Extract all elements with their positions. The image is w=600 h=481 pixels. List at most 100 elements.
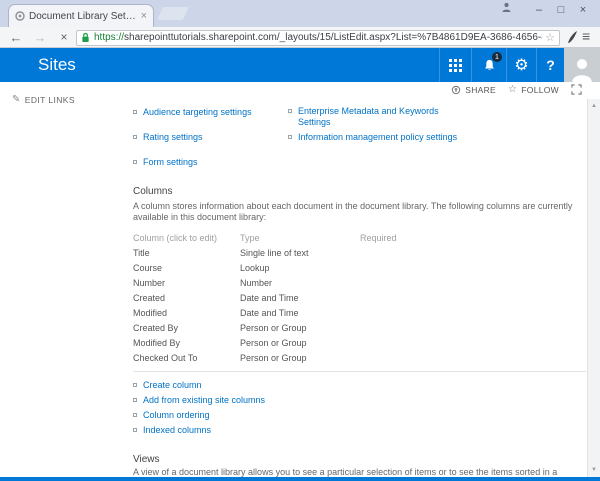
minimize-button[interactable]: –: [528, 3, 550, 17]
user-avatar[interactable]: [564, 48, 600, 82]
table-row-type: Lookup: [240, 263, 360, 278]
square-bullet-icon: [133, 383, 137, 387]
forward-icon[interactable]: →: [31, 29, 49, 46]
table-row-required: [360, 248, 586, 263]
browser-toolbar: ← → × https://sharepointtutorials.sharep…: [0, 27, 600, 48]
form-settings-link[interactable]: Form settings: [143, 157, 198, 168]
address-bar[interactable]: https://sharepointtutorials.sharepoint.c…: [76, 30, 560, 46]
table-row-required: [360, 263, 586, 278]
edit-links-label: EDIT LINKS: [25, 95, 75, 105]
list-item[interactable]: Create column: [133, 380, 353, 391]
square-bullet-icon: [133, 135, 137, 139]
browser-menu-icon[interactable]: ≡: [582, 28, 590, 44]
table-row-required: [360, 338, 586, 353]
window-controls: – □ ×: [528, 3, 594, 17]
section-divider: [133, 371, 586, 372]
settings-button[interactable]: ⚙: [506, 48, 536, 82]
table-row-name[interactable]: Created By: [133, 323, 240, 338]
column-header-required: Required: [360, 233, 586, 248]
share-label: SHARE: [465, 85, 496, 95]
tab-close-icon[interactable]: ×: [141, 11, 147, 22]
square-bullet-icon: [133, 160, 137, 164]
square-bullet-icon: [288, 109, 292, 113]
column-ordering-link[interactable]: Column ordering: [143, 410, 210, 421]
suite-bar-actions: 1 ⚙ ?: [439, 48, 600, 82]
table-row-required: [360, 308, 586, 323]
profile-icon[interactable]: [501, 2, 512, 12]
notifications-button[interactable]: 1: [471, 48, 506, 82]
table-row-required: [360, 293, 586, 308]
person-icon: [569, 56, 595, 82]
columns-table: Column (click to edit) Type Required Tit…: [133, 233, 586, 368]
bookmark-star-icon[interactable]: ☆: [545, 31, 555, 44]
share-icon: [451, 85, 461, 95]
square-bullet-icon: [133, 398, 137, 402]
table-row-name[interactable]: Modified By: [133, 338, 240, 353]
table-row-type: Person or Group: [240, 338, 360, 353]
edit-pencil-icon: ✎: [12, 95, 21, 105]
information-policy-settings-link[interactable]: Information management policy settings: [298, 132, 457, 143]
extension-icon[interactable]: [566, 30, 578, 44]
url-protocol: https://: [94, 32, 124, 43]
table-row-name[interactable]: Title: [133, 248, 240, 263]
back-icon[interactable]: ←: [7, 29, 25, 46]
table-row-type: Single line of text: [240, 248, 360, 263]
table-row-name[interactable]: Course: [133, 263, 240, 278]
suite-bar: Sites 1 ⚙ ?: [0, 48, 600, 82]
indexed-columns-link[interactable]: Indexed columns: [143, 425, 211, 436]
table-row-name[interactable]: Modified: [133, 308, 240, 323]
list-item[interactable]: Add from existing site columns: [133, 395, 353, 406]
follow-button[interactable]: ☆ FOLLOW: [508, 85, 559, 95]
table-row-name[interactable]: Number: [133, 278, 240, 293]
column-header-type: Type: [240, 233, 360, 248]
scroll-up-icon[interactable]: ▲: [588, 103, 600, 109]
focus-icon: [571, 84, 582, 95]
square-bullet-icon: [288, 135, 292, 139]
close-window-button[interactable]: ×: [572, 3, 594, 17]
url-path: sharepointtutorials.sharepoint.com/_layo…: [124, 32, 542, 43]
new-tab-button[interactable]: [157, 7, 189, 20]
table-row-type: Date and Time: [240, 293, 360, 308]
list-item[interactable]: Indexed columns: [133, 425, 353, 436]
add-from-site-columns-link[interactable]: Add from existing site columns: [143, 395, 265, 406]
vertical-scrollbar[interactable]: ▲ ▼: [587, 99, 600, 477]
table-row-required: [360, 323, 586, 338]
notification-badge: 1: [492, 52, 502, 62]
table-row-required: [360, 353, 586, 368]
enterprise-metadata-settings-link[interactable]: Enterprise Metadata and Keywords Setting…: [298, 106, 453, 128]
maximize-button[interactable]: □: [550, 3, 572, 17]
list-item[interactable]: Enterprise Metadata and Keywords Setting…: [288, 106, 453, 128]
rating-settings-link[interactable]: Rating settings: [143, 132, 203, 143]
app-launcher-button[interactable]: [439, 48, 471, 82]
edit-links-button[interactable]: ✎ EDIT LINKS: [12, 95, 75, 105]
table-row-name[interactable]: Checked Out To: [133, 353, 240, 368]
audience-targeting-settings-link[interactable]: Audience targeting settings: [143, 107, 252, 118]
browser-tab[interactable]: Document Library Setting ×: [8, 4, 154, 27]
list-item[interactable]: Rating settings: [133, 132, 283, 143]
list-item[interactable]: Information management policy settings: [288, 132, 488, 143]
app-launcher-grid-icon: [449, 59, 462, 72]
table-row-type: Date and Time: [240, 308, 360, 323]
list-item[interactable]: Column ordering: [133, 410, 353, 421]
stop-loading-icon[interactable]: ×: [55, 29, 73, 46]
square-bullet-icon: [133, 413, 137, 417]
columns-section-description: A column stores information about each d…: [133, 201, 588, 223]
site-title[interactable]: Sites: [38, 48, 76, 82]
table-row-type: Number: [240, 278, 360, 293]
create-column-link[interactable]: Create column: [143, 380, 202, 391]
share-button[interactable]: SHARE: [451, 85, 496, 95]
list-item[interactable]: Form settings: [133, 157, 283, 168]
browser-titlebar: Document Library Setting × – □ ×: [0, 0, 600, 27]
help-icon: ?: [546, 57, 555, 73]
scroll-down-icon[interactable]: ▼: [588, 467, 600, 473]
focus-mode-button[interactable]: [571, 84, 582, 95]
tab-title: Document Library Setting: [29, 11, 137, 22]
table-row-type: Person or Group: [240, 353, 360, 368]
table-row-type: Person or Group: [240, 323, 360, 338]
follow-label: FOLLOW: [521, 85, 559, 95]
list-item[interactable]: Audience targeting settings: [133, 107, 283, 118]
browser-window: Document Library Setting × – □ × ← → × h…: [0, 0, 600, 481]
taskbar-edge: [0, 477, 600, 481]
help-button[interactable]: ?: [536, 48, 564, 82]
table-row-name[interactable]: Created: [133, 293, 240, 308]
